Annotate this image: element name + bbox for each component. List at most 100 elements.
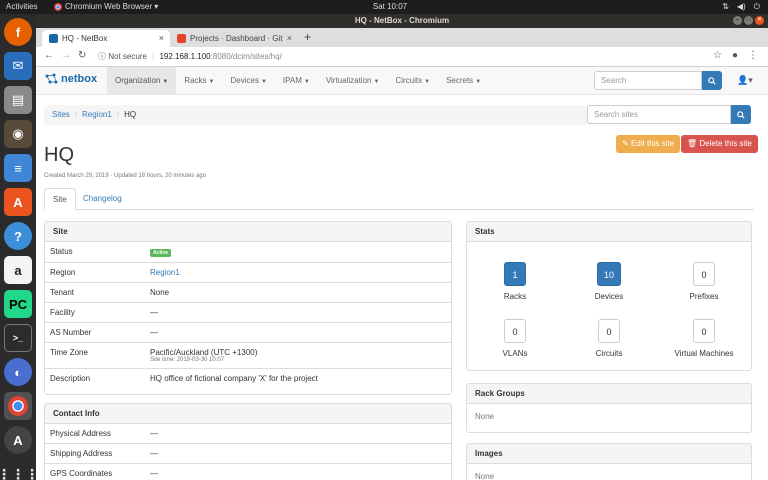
stat-prefixes[interactable]: 0 Prefixes <box>659 262 749 301</box>
amazon-icon[interactable]: a <box>4 256 32 284</box>
eclipse-icon[interactable]: ◐ <box>4 358 32 386</box>
row-key: Facility <box>50 308 75 317</box>
nav-ipam[interactable]: IPAM ▼ <box>275 67 318 95</box>
close-window-button[interactable]: × <box>755 16 764 25</box>
caret-down-icon: ▼ <box>373 79 380 85</box>
nav-circuits[interactable]: Circuits ▼ <box>387 67 438 95</box>
site-search-input[interactable]: Search sites <box>587 105 731 124</box>
row-value: — <box>150 308 158 317</box>
software-center-icon[interactable]: A <box>4 188 32 216</box>
brand-label: netbox <box>61 73 98 85</box>
stat-count[interactable]: 0 <box>598 319 620 343</box>
netbox-logo-icon <box>45 73 58 84</box>
table-row: Facility — <box>45 303 451 323</box>
edit-site-button[interactable]: ✎ Edit this site <box>616 135 681 153</box>
stat-virtual-machines[interactable]: 0 Virtual Machines <box>659 319 749 358</box>
close-tab-icon[interactable]: × <box>287 30 292 47</box>
gitlab-favicon-icon <box>177 34 186 43</box>
breadcrumb-region[interactable]: Region1 <box>82 110 112 119</box>
bookmark-star-icon[interactable]: ☆ <box>713 50 722 61</box>
clock[interactable]: Sat 10:07 <box>370 2 410 11</box>
panel-title: Rack Groups <box>467 384 751 404</box>
terminal-icon[interactable]: >_ <box>4 324 32 352</box>
pycharm-icon[interactable]: PC <box>4 290 32 318</box>
delete-site-button[interactable]: 🗑 Delete this site <box>681 135 758 153</box>
stat-count[interactable]: 1 <box>504 262 526 286</box>
volume-icon: ◀) <box>736 2 746 11</box>
table-row: Status Active <box>45 242 451 263</box>
maximize-button[interactable]: □ <box>744 16 753 25</box>
pencil-icon: ✎ <box>622 139 631 148</box>
inkscape-icon[interactable]: A <box>4 426 32 454</box>
menu-kebab-icon[interactable]: ⋮ <box>748 50 758 61</box>
window-title-bar: HQ - NetBox - Chromium – □ × <box>36 14 768 28</box>
show-apps-icon[interactable]: ⋮⋮⋮ <box>0 460 39 480</box>
nav-label: Secrets <box>446 76 474 85</box>
stat-label: VLANs <box>502 349 528 358</box>
stat-racks[interactable]: 1 Racks <box>470 262 560 301</box>
stat-circuits[interactable]: 0 Circuits <box>564 319 654 358</box>
app-menu[interactable]: Chromium Web Browser ▾ <box>54 2 158 11</box>
site-search-button[interactable] <box>731 105 751 124</box>
nav-virtualization[interactable]: Virtualization ▼ <box>318 67 388 95</box>
row-key: Tenant <box>50 288 75 297</box>
tab-label: Projects · Dashboard · Git <box>190 34 283 43</box>
stat-count[interactable]: 10 <box>596 262 621 286</box>
stat-vlans[interactable]: 0 VLANs <box>470 319 560 358</box>
reload-icon[interactable]: ↻ <box>78 50 86 61</box>
stat-count[interactable]: 0 <box>693 262 715 286</box>
network-icon: ⇅ <box>722 2 729 11</box>
stat-label: Devices <box>594 292 624 301</box>
forward-icon[interactable]: → <box>61 50 71 61</box>
help-icon[interactable]: ? <box>4 222 32 250</box>
stat-devices[interactable]: 10 Devices <box>564 262 654 301</box>
system-top-bar: Activities Chromium Web Browser ▾ Sat 10… <box>0 0 768 14</box>
stats-panel: Stats 1 Racks 10 Devices 0 Prefixes 0 VLANs … <box>466 221 752 371</box>
writer-icon[interactable]: ≡ <box>4 154 32 182</box>
site-panel: Site Status Active Region Region1 Tenant No… <box>44 221 452 395</box>
minimize-button[interactable]: – <box>733 16 742 25</box>
nav-label: IPAM <box>282 76 302 85</box>
netbox-logo[interactable]: netbox <box>44 73 97 85</box>
activities-button[interactable]: Activities <box>6 2 38 11</box>
panel-title: Contact Info <box>45 404 451 424</box>
profile-icon[interactable]: ● <box>732 50 738 61</box>
browser-tab[interactable]: Projects · Dashboard · Git × <box>170 30 298 47</box>
nav-label: Organization <box>115 76 161 85</box>
stat-count[interactable]: 0 <box>504 319 526 343</box>
close-tab-icon[interactable]: × <box>159 30 164 47</box>
back-icon[interactable]: ← <box>44 50 54 61</box>
status-badge: Active <box>150 249 172 257</box>
rhythmbox-icon[interactable]: ◉ <box>4 120 32 148</box>
global-search-input[interactable]: Search <box>594 71 702 90</box>
firefox-icon[interactable]: f <box>4 18 32 46</box>
caret-down-icon: ▼ <box>260 79 267 85</box>
stat-count[interactable]: 0 <box>693 319 715 343</box>
system-tray[interactable]: ⇅ ◀) ⏻ <box>722 2 760 12</box>
tab-changelog[interactable]: Changelog <box>75 188 130 211</box>
nav-organization[interactable]: Organization ▼ <box>107 67 177 95</box>
address-bar[interactable]: ⓘ Not secure | 192.168.1.100:8080/dcim/s… <box>98 49 282 64</box>
edit-label: Edit this site <box>630 139 675 148</box>
region-link[interactable]: Region1 <box>150 268 180 277</box>
browser-toolbar: ← → ↻ ⓘ Not secure | 192.168.1.100:8080/… <box>36 47 768 67</box>
browser-tab-active[interactable]: HQ - NetBox × <box>42 30 170 47</box>
user-menu-icon[interactable]: 👤▾ <box>737 75 753 86</box>
nav-label: Racks <box>184 76 207 85</box>
nav-devices[interactable]: Devices ▼ <box>223 67 275 95</box>
files-icon[interactable]: ▤ <box>4 86 32 114</box>
caret-down-icon: ▼ <box>162 79 169 85</box>
thunderbird-icon[interactable]: ✉ <box>4 52 32 80</box>
global-search-button[interactable] <box>702 71 722 90</box>
row-value: — <box>150 328 158 337</box>
stat-label: Racks <box>503 292 527 301</box>
chromium-dock-icon[interactable] <box>4 392 32 420</box>
nav-secrets[interactable]: Secrets ▼ <box>438 67 489 95</box>
new-tab-icon[interactable]: + <box>304 30 311 44</box>
power-icon: ⏻ <box>753 2 760 11</box>
nav-racks[interactable]: Racks ▼ <box>176 67 222 95</box>
tab-site[interactable]: Site <box>44 188 76 211</box>
app-menu-label: Chromium Web Browser ▾ <box>65 2 159 11</box>
breadcrumb-sites[interactable]: Sites <box>52 110 70 119</box>
security-label: Not secure <box>108 52 147 61</box>
